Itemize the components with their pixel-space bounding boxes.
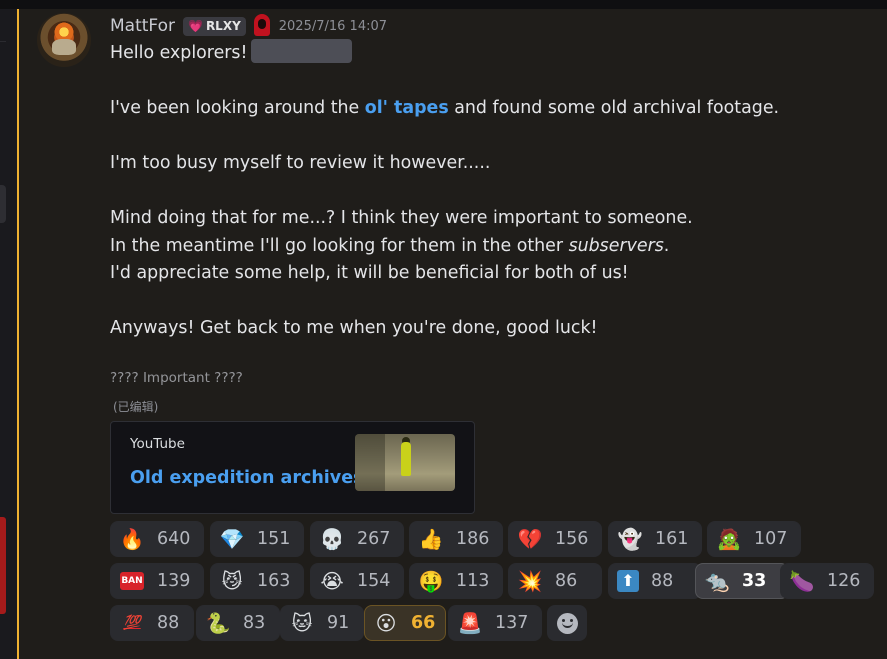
reaction-count: 156 <box>555 529 589 549</box>
reaction-ban[interactable]: BAN 139 <box>110 563 204 599</box>
line-2: I've been looking around the ol' tapes a… <box>110 98 780 118</box>
reaction-sob[interactable]: 😭 154 <box>310 563 404 599</box>
add-reaction-button[interactable] <box>547 605 587 641</box>
up-arrow-icon: ⬆ <box>617 570 639 592</box>
reaction-gem[interactable]: 💎 151 <box>210 521 304 557</box>
message-content: Hello explorers! I've been looking aroun… <box>110 39 870 343</box>
spoiler[interactable] <box>251 39 353 63</box>
message: MattFor 💗 RLXY 2025/7/16 14:07 Hello exp… <box>17 9 887 659</box>
top-bar <box>0 0 887 9</box>
reaction-cat[interactable]: 🐱 91 <box>280 605 364 641</box>
line-6: I'd appreciate some help, it will be ben… <box>110 263 629 283</box>
reaction-fire[interactable]: 🔥 640 <box>110 521 204 557</box>
broken-heart-icon: 💔 <box>517 527 543 551</box>
sob-icon: 😭 <box>320 569 344 593</box>
reaction-skull[interactable]: 💀 267 <box>310 521 404 557</box>
ghost-icon: 👻 <box>617 527 643 551</box>
edited-label: (已编辑) <box>113 400 159 414</box>
reaction-count: 126 <box>827 571 861 591</box>
reaction-collision[interactable]: 💥 86 <box>508 563 602 599</box>
reaction-thumbs-up[interactable]: 👍 186 <box>409 521 503 557</box>
username[interactable]: MattFor <box>110 16 175 36</box>
reaction-count: 107 <box>754 529 788 549</box>
reaction-count: 154 <box>357 571 391 591</box>
gem-icon: 💎 <box>219 527 245 551</box>
reaction-count: 88 <box>157 613 180 633</box>
line-5: In the meantime I'll go looking for them… <box>110 235 670 256</box>
guild-tag[interactable]: 💗 RLXY <box>182 16 246 36</box>
reaction-ghost[interactable]: 👻 161 <box>608 521 702 557</box>
subtext: ???? Important ???? <box>110 370 243 386</box>
snake-icon: 🐍 <box>205 611 231 635</box>
cat-smirk-icon: 😼 <box>221 569 243 593</box>
youtube-embed: YouTube Old expedition archives <box>110 421 475 514</box>
tapes-link[interactable]: ol' tapes <box>365 98 449 118</box>
reaction-count: 640 <box>157 529 191 549</box>
reaction-snake[interactable]: 🐍 83 <box>196 605 280 641</box>
reaction-rat[interactable]: 🐀 33 <box>695 563 789 599</box>
left-rail <box>0 9 6 659</box>
reaction-count: 139 <box>157 571 191 591</box>
hundred-icon: 💯 <box>123 615 141 631</box>
reaction-hundred[interactable]: 💯 88 <box>110 605 194 641</box>
reaction-count: 163 <box>257 571 291 591</box>
rail-handle[interactable] <box>0 185 6 223</box>
line-3: I'm too busy myself to review it however… <box>110 153 491 173</box>
message-header: MattFor 💗 RLXY 2025/7/16 14:07 <box>110 13 387 39</box>
reaction-count: 33 <box>742 571 767 591</box>
fire-icon: 🔥 <box>119 527 145 551</box>
money-face-icon: 🤑 <box>418 569 444 593</box>
timestamp: 2025/7/16 14:07 <box>278 18 388 34</box>
reaction-count: 161 <box>655 529 689 549</box>
reaction-siren[interactable]: 🚨 137 <box>448 605 542 641</box>
line-4: Mind doing that for me...? I think they … <box>110 208 693 228</box>
reaction-count: 86 <box>555 571 578 591</box>
reaction-broken-heart[interactable]: 💔 156 <box>508 521 602 557</box>
line-1: Hello explorers! <box>110 39 870 68</box>
reaction-count: 137 <box>495 613 529 633</box>
guild-tag-label: RLXY <box>205 19 241 33</box>
reaction-count: 186 <box>456 529 490 549</box>
hooded-figure-icon <box>252 14 272 38</box>
embed-provider[interactable]: YouTube <box>130 436 185 452</box>
reaction-count: 91 <box>327 613 350 633</box>
embed-thumbnail[interactable] <box>355 434 455 491</box>
zombie-icon: 🧟 <box>716 527 742 551</box>
reaction-zombie[interactable]: 🧟 107 <box>707 521 801 557</box>
heart-icon: 💗 <box>187 19 203 33</box>
avatar-skull-icon <box>52 39 76 55</box>
skull-icon: 💀 <box>319 527 345 551</box>
reaction-eggplant[interactable]: 🍆 126 <box>780 563 874 599</box>
collision-icon: 💥 <box>517 569 543 593</box>
reaction-count: 88 <box>651 571 674 591</box>
reaction-cat-smirk[interactable]: 😼 163 <box>210 563 304 599</box>
siren-icon: 🚨 <box>457 611 483 635</box>
reaction-money-face[interactable]: 🤑 113 <box>409 563 503 599</box>
reaction-surprised[interactable]: 😮 66 <box>364 605 446 641</box>
reaction-count: 83 <box>243 613 266 633</box>
surprised-icon: 😮 <box>375 611 397 635</box>
rail-divider <box>0 41 6 42</box>
ban-icon: BAN <box>120 572 144 590</box>
line-7: Anyways! Get back to me when you're done… <box>110 318 598 338</box>
embed-title[interactable]: Old expedition archives <box>130 468 363 488</box>
rat-icon: 🐀 <box>704 569 730 593</box>
eggplant-icon: 🍆 <box>789 569 815 593</box>
reaction-count: 151 <box>257 529 291 549</box>
smile-icon <box>556 612 578 634</box>
reaction-count: 113 <box>456 571 490 591</box>
reaction-count: 66 <box>411 613 436 633</box>
reaction-up-arrow[interactable]: ⬆ 88 <box>608 563 702 599</box>
thumbs-up-icon: 👍 <box>418 527 444 551</box>
avatar[interactable] <box>37 13 91 67</box>
cat-icon: 🐱 <box>291 611 313 635</box>
rail-alert-bar <box>0 517 6 614</box>
reaction-count: 267 <box>357 529 391 549</box>
